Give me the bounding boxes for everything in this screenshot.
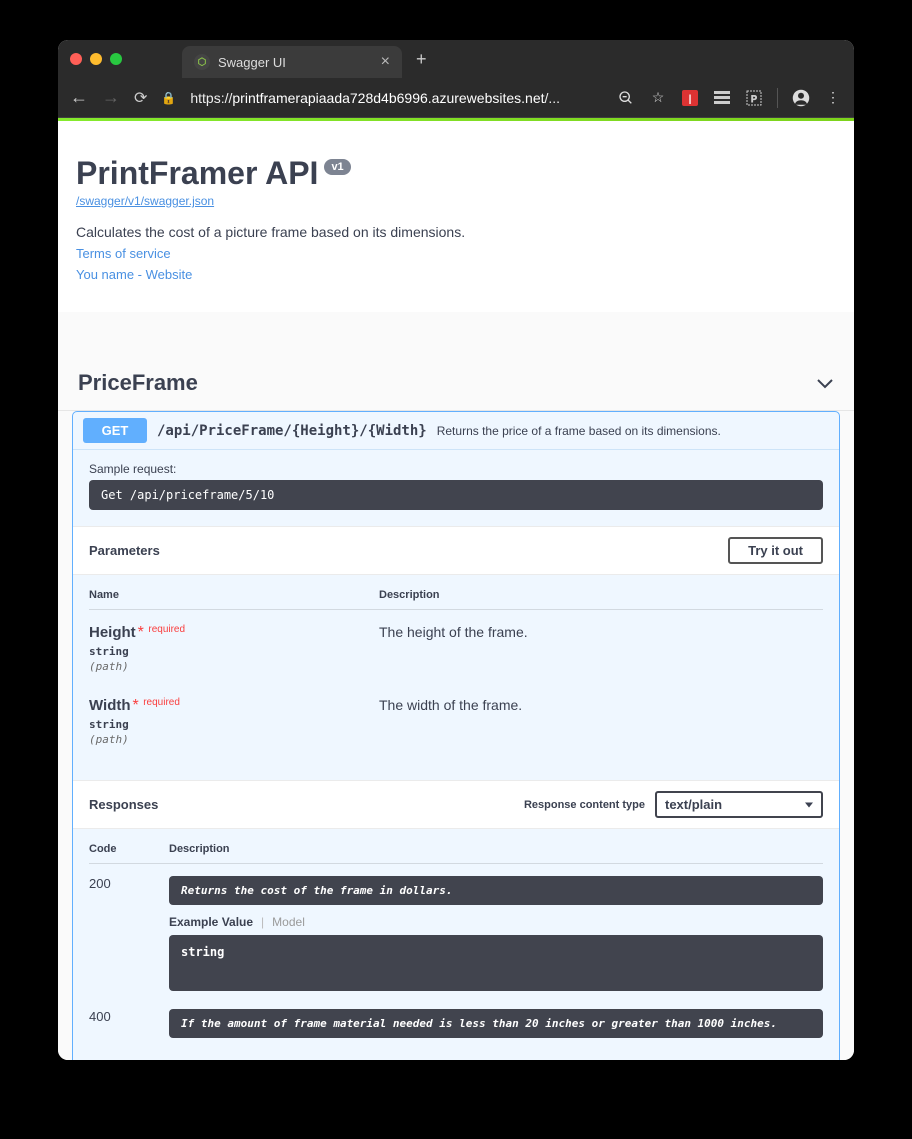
api-title: PrintFramer API v1: [76, 155, 836, 192]
zoom-icon[interactable]: [617, 89, 635, 107]
swagger-json-link[interactable]: /swagger/v1/swagger.json: [76, 194, 836, 208]
param-location: (path): [89, 733, 379, 746]
parameters-table: Name Description Height* required string…: [89, 589, 823, 756]
tag-name: PriceFrame: [78, 370, 198, 396]
param-desc: The height of the frame.: [379, 624, 823, 640]
parameters-heading: Parameters: [89, 543, 160, 558]
response-row: 200 Returns the cost of the frame in dol…: [89, 864, 823, 997]
responses-table: Code Description 200 Returns the cost of…: [89, 843, 823, 1054]
response-description: If the amount of frame material needed i…: [169, 1009, 823, 1038]
param-header-name: Name: [89, 589, 379, 601]
new-tab-button[interactable]: +: [416, 49, 427, 70]
param-row: Width* required string (path) The width …: [89, 683, 823, 756]
svg-text:|: |: [689, 94, 692, 105]
example-value: string: [169, 935, 823, 991]
extension-icon-3[interactable]: P: [745, 89, 763, 107]
toolbar-separator: [777, 88, 778, 108]
api-description: Calculates the cost of a picture frame b…: [76, 224, 836, 240]
operation-body: Sample request: Get /api/priceframe/5/10…: [73, 450, 839, 1060]
response-row: 400 If the amount of frame material need…: [89, 997, 823, 1054]
operation-block: GET /api/PriceFrame/{Height}/{Width} Ret…: [72, 411, 840, 1060]
tag-header[interactable]: PriceFrame: [58, 356, 854, 411]
svg-text:P: P: [751, 94, 757, 104]
param-header-desc: Description: [379, 589, 823, 601]
response-description: Returns the cost of the frame in dollars…: [169, 876, 823, 905]
lock-icon: 🔒: [161, 91, 176, 105]
titlebar: ⬡ Swagger UI × +: [58, 40, 854, 78]
terms-link[interactable]: Terms of service: [76, 246, 836, 261]
content-type-select[interactable]: text/plain: [655, 791, 823, 818]
param-location: (path): [89, 660, 379, 673]
param-name: Height: [89, 624, 136, 641]
back-button[interactable]: ←: [70, 87, 88, 108]
api-header: PrintFramer API v1 /swagger/v1/swagger.j…: [58, 121, 854, 312]
page-content: PrintFramer API v1 /swagger/v1/swagger.j…: [58, 121, 854, 1060]
forward-button[interactable]: →: [102, 87, 120, 108]
example-value-tab[interactable]: Example Value: [169, 915, 253, 929]
address-bar[interactable]: https://printframerapiaada728d4b6996.azu…: [190, 90, 603, 106]
parameters-header: Parameters Try it out: [73, 526, 839, 575]
operation-path: /api/PriceFrame/{Height}/{Width}: [157, 423, 427, 439]
browser-toolbar: ← → ⟳ 🔒 https://printframerapiaada728d4b…: [58, 78, 854, 118]
swagger-favicon: ⬡: [194, 54, 210, 70]
param-row: Height* required string (path) The heigh…: [89, 610, 823, 683]
responses-header: Responses Response content type text/pla…: [73, 780, 839, 829]
tab-title: Swagger UI: [218, 55, 286, 70]
chevron-down-icon[interactable]: [816, 373, 834, 394]
menu-icon[interactable]: ⋮: [824, 89, 842, 107]
resp-header-desc: Description: [169, 843, 230, 855]
maximize-window-button[interactable]: [110, 53, 122, 65]
response-code: 400: [89, 1009, 169, 1024]
extension-icon-1[interactable]: |: [681, 89, 699, 107]
browser-tab[interactable]: ⬡ Swagger UI ×: [182, 46, 402, 78]
operation-summary[interactable]: GET /api/PriceFrame/{Height}/{Width} Ret…: [73, 412, 839, 450]
model-tab[interactable]: Model: [272, 915, 305, 929]
param-type: string: [89, 718, 379, 731]
contact-link[interactable]: You name - Website: [76, 267, 836, 282]
param-type: string: [89, 645, 379, 658]
response-code: 200: [89, 876, 169, 891]
sample-request-label: Sample request:: [89, 462, 823, 476]
sample-request-code: Get /api/priceframe/5/10: [89, 480, 823, 510]
traffic-lights: [70, 53, 122, 65]
param-name: Width: [89, 697, 131, 714]
extension-icon-2[interactable]: [713, 89, 731, 107]
minimize-window-button[interactable]: [90, 53, 102, 65]
try-it-out-button[interactable]: Try it out: [728, 537, 823, 564]
close-window-button[interactable]: [70, 53, 82, 65]
browser-window: ⬡ Swagger UI × + ← → ⟳ 🔒 https://printfr…: [58, 40, 854, 1060]
method-badge: GET: [83, 418, 147, 443]
responses-heading: Responses: [89, 797, 158, 812]
toolbar-actions: ☆ | P ⋮: [617, 88, 842, 108]
param-desc: The width of the frame.: [379, 697, 823, 713]
content-type-label: Response content type: [524, 799, 645, 811]
star-icon[interactable]: ☆: [649, 89, 667, 107]
operation-description: Returns the price of a frame based on it…: [437, 424, 721, 438]
version-badge: v1: [324, 159, 350, 175]
profile-icon[interactable]: [792, 89, 810, 107]
close-tab-icon[interactable]: ×: [381, 53, 390, 71]
reload-button[interactable]: ⟳: [134, 88, 147, 108]
resp-header-code: Code: [89, 843, 169, 855]
